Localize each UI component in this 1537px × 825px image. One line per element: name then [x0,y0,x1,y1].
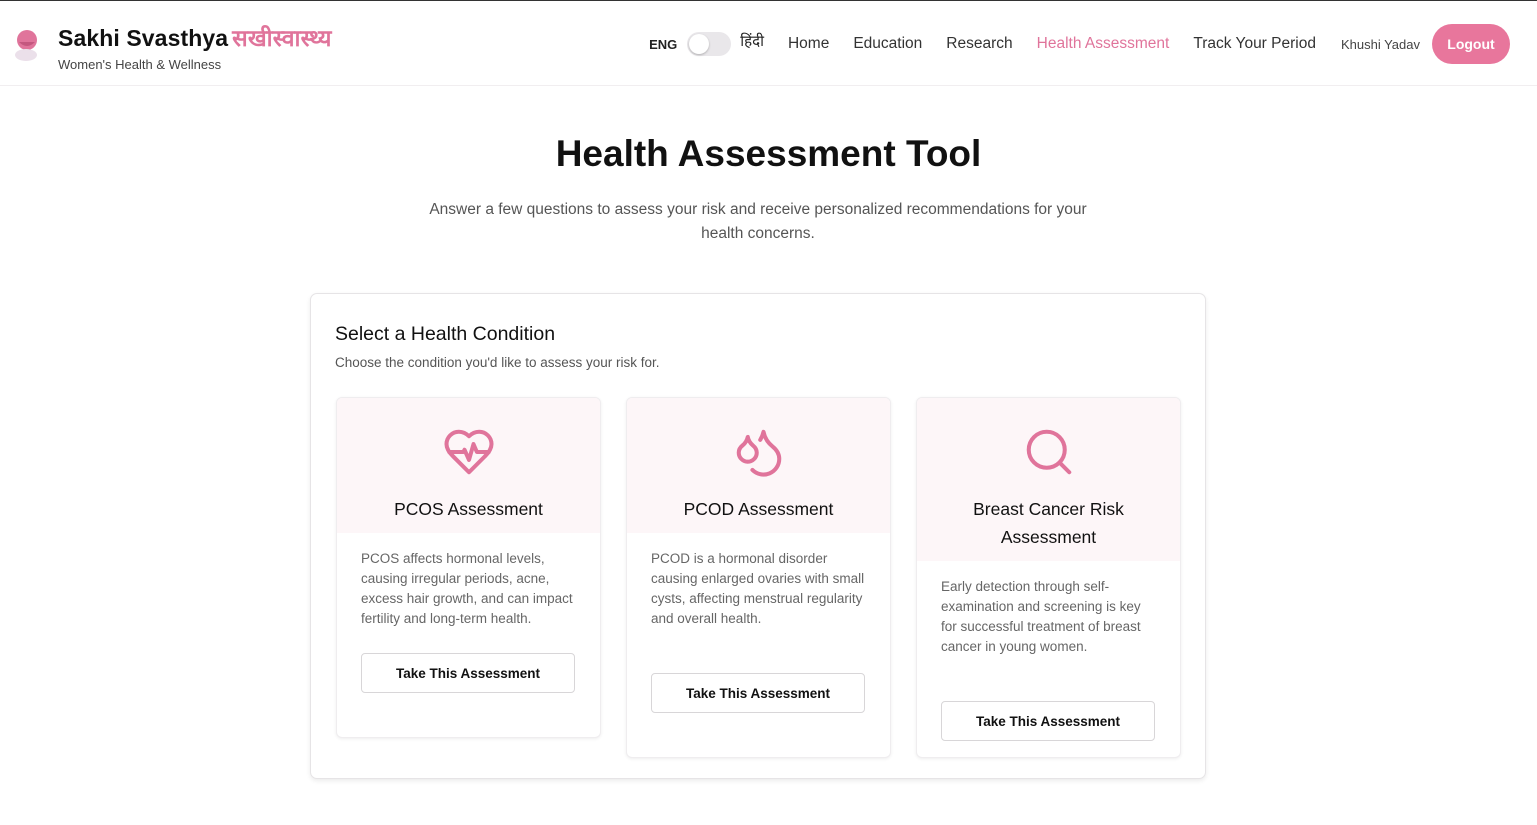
card-body: PCOS affects hormonal levels, causing ir… [337,533,600,693]
nav-track-period[interactable]: Track Your Period [1193,35,1316,53]
breast-cancer-card: Breast Cancer Risk Assessment Early dete… [916,397,1181,758]
user-name: Khushi Yadav [1340,36,1420,52]
logout-button[interactable]: Logout [1432,24,1510,64]
card-description: PCOD is a hormonal disorder causing enla… [651,551,865,626]
brand-tagline: Women's Health & Wellness [58,57,222,72]
condition-panel: Select a Health Condition Choose the con… [310,293,1206,779]
card-header: PCOD Assessment [627,398,890,533]
card-body: PCOD is a hormonal disorder causing enla… [627,533,890,713]
lang-hindi-label: हिंदी [740,33,764,50]
search-icon [1026,429,1071,475]
brand-name: Sakhi Svasthya [58,25,229,51]
page-title: Health Assessment Tool [555,133,982,174]
nav-research[interactable]: Research [946,35,1012,53]
take-assessment-button-pcod[interactable]: Take This Assessment [651,673,865,713]
nav-home[interactable]: Home [788,35,829,53]
language-toggle[interactable] [687,32,732,56]
page-description: Answer a few questions to assess your ri… [429,201,1087,242]
card-spacer [917,741,1180,757]
card-description: PCOS affects hormonal levels, causing ir… [361,551,573,626]
brand-name-hindi: सखीस्वास्थ्य [232,25,332,51]
main-nav: ENG हिंदी Home Education Research Health… [649,23,1510,65]
take-assessment-button-breast-cancer[interactable]: Take This Assessment [941,701,1155,741]
take-assessment-button-pcos[interactable]: Take This Assessment [361,653,575,693]
language-switch: ENG हिंदी [649,32,764,56]
card-header: PCOS Assessment [337,398,600,533]
card-spacer [627,713,890,757]
panel-subtitle: Choose the condition you'd like to asses… [335,355,660,370]
card-body: Early detection through self-examination… [917,561,1180,741]
top-header: Sakhi Svasthya सखीस्वास्थ्य Women's Healt… [0,1,1537,86]
brand[interactable]: Sakhi Svasthya सखीस्वास्थ्य Women's Healt… [58,21,332,72]
logo-icon [15,30,37,61]
droplets-icon [736,429,781,477]
card-title: PCOS Assessment [394,499,543,519]
nav-health-assessment[interactable]: Health Assessment [1037,35,1170,53]
card-title: Breast Cancer Risk Assessment [973,499,1124,547]
heart-pulse-icon [443,429,494,475]
pcos-card: PCOS Assessment PCOS affects hormonal le… [336,397,601,738]
lang-eng-label: ENG [649,36,678,52]
pcod-card: PCOD Assessment PCOD is a hormonal disor… [626,397,891,758]
card-header: Breast Cancer Risk Assessment [917,398,1180,561]
panel-title: Select a Health Condition [335,323,556,345]
card-title: PCOD Assessment [683,499,834,519]
card-spacer [337,693,600,737]
nav-education[interactable]: Education [853,35,922,53]
card-description: Early detection through self-examination… [941,579,1141,654]
toggle-knob [689,34,710,54]
brand-title: Sakhi Svasthya सखीस्वास्थ्य [58,21,332,53]
